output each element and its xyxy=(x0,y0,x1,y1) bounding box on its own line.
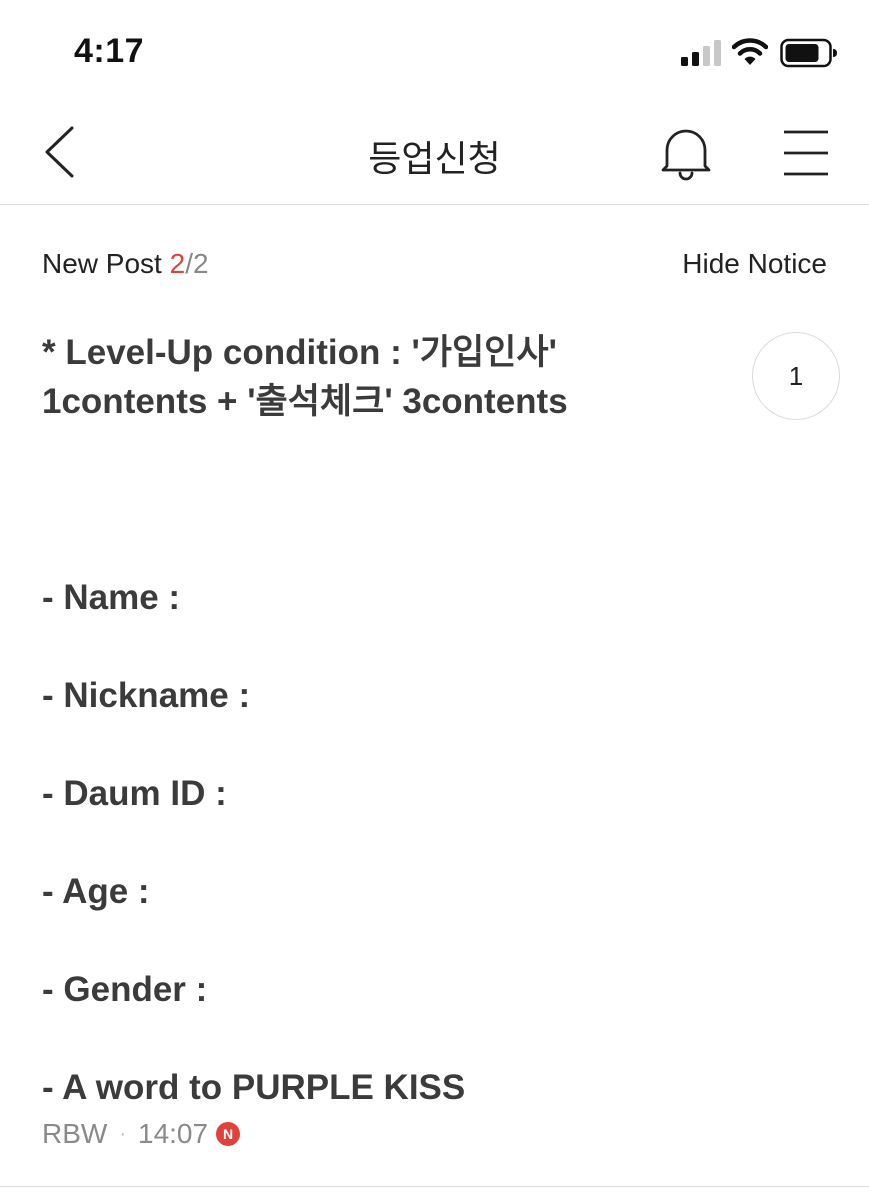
menu-icon xyxy=(784,130,828,176)
field-gender: - Gender : xyxy=(42,970,208,1009)
notice-post[interactable]: * Level-Up condition : '가입인사' 1contents … xyxy=(42,328,742,1112)
new-post-total: 2 xyxy=(192,248,209,279)
comment-count: 1 xyxy=(788,360,804,391)
wifi-icon xyxy=(732,38,768,65)
new-post-current: 2 xyxy=(169,248,186,279)
status-time: 4:17 xyxy=(74,32,145,70)
notice-row: New Post 2/2 Hide Notice xyxy=(0,248,869,288)
field-age: - Age : xyxy=(42,872,150,911)
post-title-line: * Level-Up condition : '가입인사' xyxy=(42,333,557,372)
signal-icon xyxy=(681,40,721,66)
hide-notice-button[interactable]: Hide Notice xyxy=(682,248,827,280)
post-title: * Level-Up condition : '가입인사' 1contents … xyxy=(42,328,742,426)
field-nickname: - Nickname : xyxy=(42,676,251,715)
notification-button[interactable] xyxy=(656,122,716,184)
back-button[interactable] xyxy=(36,120,86,184)
new-post-separator: / xyxy=(185,248,193,279)
page-title: 등업신청 xyxy=(368,138,501,179)
new-badge: N xyxy=(216,1122,241,1146)
new-post-counter: New Post 2/2 xyxy=(42,248,209,280)
divider xyxy=(0,1186,869,1187)
field-daum-id: - Daum ID : xyxy=(42,774,227,813)
app-header: 등업신청 xyxy=(0,100,869,205)
post-author: RBW xyxy=(42,1118,108,1149)
battery-icon xyxy=(780,38,837,68)
meta-separator: · xyxy=(119,1122,126,1145)
back-icon xyxy=(45,126,74,178)
post-time: 14:07 xyxy=(138,1118,209,1149)
post-meta: RBW · 14:07 N xyxy=(42,1118,241,1150)
status-bar: 4:17 xyxy=(0,0,869,100)
menu-button[interactable] xyxy=(780,128,832,178)
field-message: - A word to PURPLE KISS xyxy=(42,1068,466,1107)
new-post-label: New Post xyxy=(42,248,162,279)
field-name: - Name : xyxy=(42,578,181,617)
comment-count-button[interactable]: 1 xyxy=(752,332,840,420)
post-title-line: 1contents + '출석체크' 3contents xyxy=(42,382,568,421)
bell-icon xyxy=(661,129,711,181)
